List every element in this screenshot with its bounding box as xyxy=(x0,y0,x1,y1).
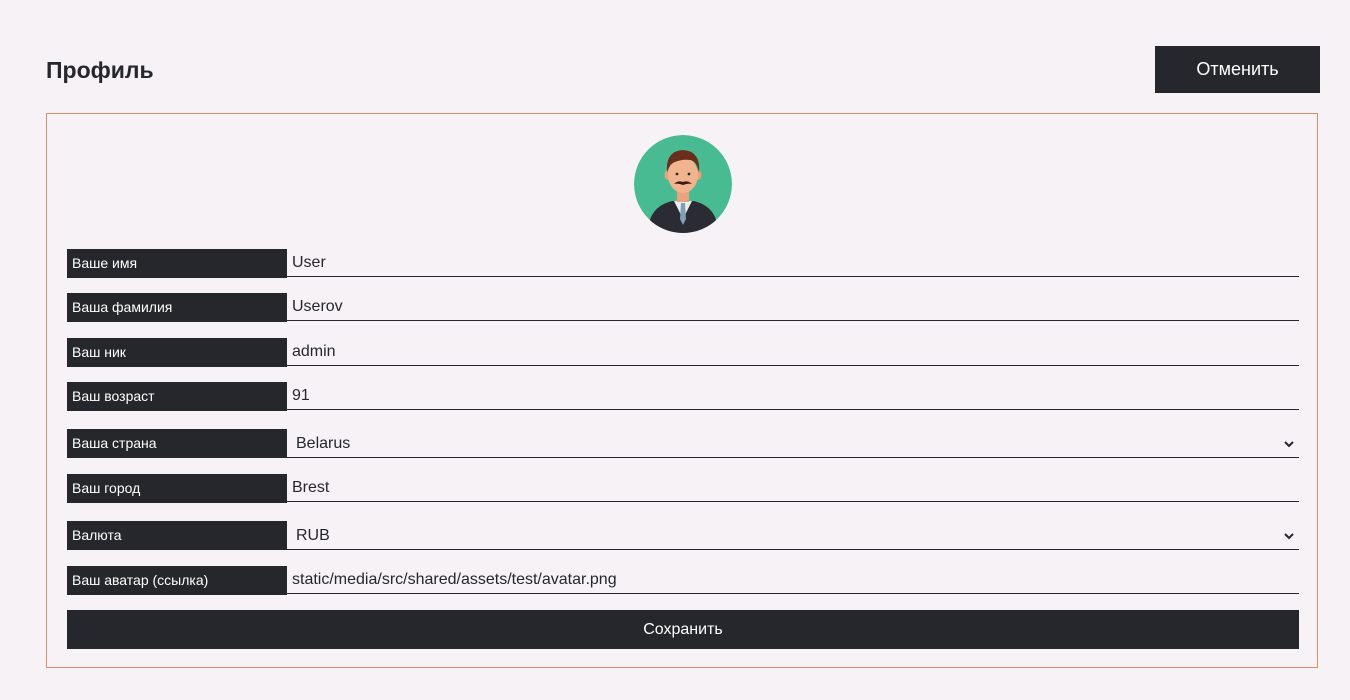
currency-select[interactable]: RUB xyxy=(287,521,1299,550)
first-name-input[interactable]: User xyxy=(287,249,1299,277)
field-city: Ваш город Brest xyxy=(67,474,1299,503)
profile-card: Ваше имя User Ваша фамилия Userov Ваш ни… xyxy=(46,113,1318,668)
field-country: Ваша страна Belarus xyxy=(67,429,1299,458)
last-name-input[interactable]: Userov xyxy=(287,293,1299,321)
chevron-down-icon xyxy=(1284,441,1294,448)
field-label-country: Ваша страна xyxy=(67,429,287,458)
field-label-city: Ваш город xyxy=(67,474,287,503)
field-label-nickname: Ваш ник xyxy=(67,338,287,367)
user-avatar-icon xyxy=(634,135,732,233)
cancel-button[interactable]: Отменить xyxy=(1155,46,1320,93)
avatar xyxy=(634,135,732,233)
field-label-currency: Валюта xyxy=(67,521,287,550)
avatar-link-input[interactable]: static/media/src/shared/assets/test/avat… xyxy=(287,566,1299,594)
country-select[interactable]: Belarus xyxy=(287,429,1299,458)
city-input[interactable]: Brest xyxy=(287,474,1299,502)
field-nickname: Ваш ник admin xyxy=(67,338,1299,367)
currency-select-value: RUB xyxy=(296,527,330,544)
field-avatar-link: Ваш аватар (ссылка) static/media/src/sha… xyxy=(67,566,1299,595)
field-label-avatar-link: Ваш аватар (ссылка) xyxy=(67,566,287,595)
chevron-down-icon xyxy=(1284,533,1294,540)
nickname-input[interactable]: admin xyxy=(287,338,1299,366)
field-label-first-name: Ваше имя xyxy=(67,249,287,278)
field-age: Ваш возраст 91 xyxy=(67,382,1299,411)
field-label-last-name: Ваша фамилия xyxy=(67,293,287,322)
page-title: Профиль xyxy=(46,57,154,83)
country-select-value: Belarus xyxy=(296,435,351,452)
field-label-age: Ваш возраст xyxy=(67,382,287,411)
save-button[interactable]: Сохранить xyxy=(67,610,1299,649)
age-input[interactable]: 91 xyxy=(287,382,1299,410)
field-first-name: Ваше имя User xyxy=(67,249,1299,278)
field-last-name: Ваша фамилия Userov xyxy=(67,293,1299,322)
field-currency: Валюта RUB xyxy=(67,521,1299,550)
